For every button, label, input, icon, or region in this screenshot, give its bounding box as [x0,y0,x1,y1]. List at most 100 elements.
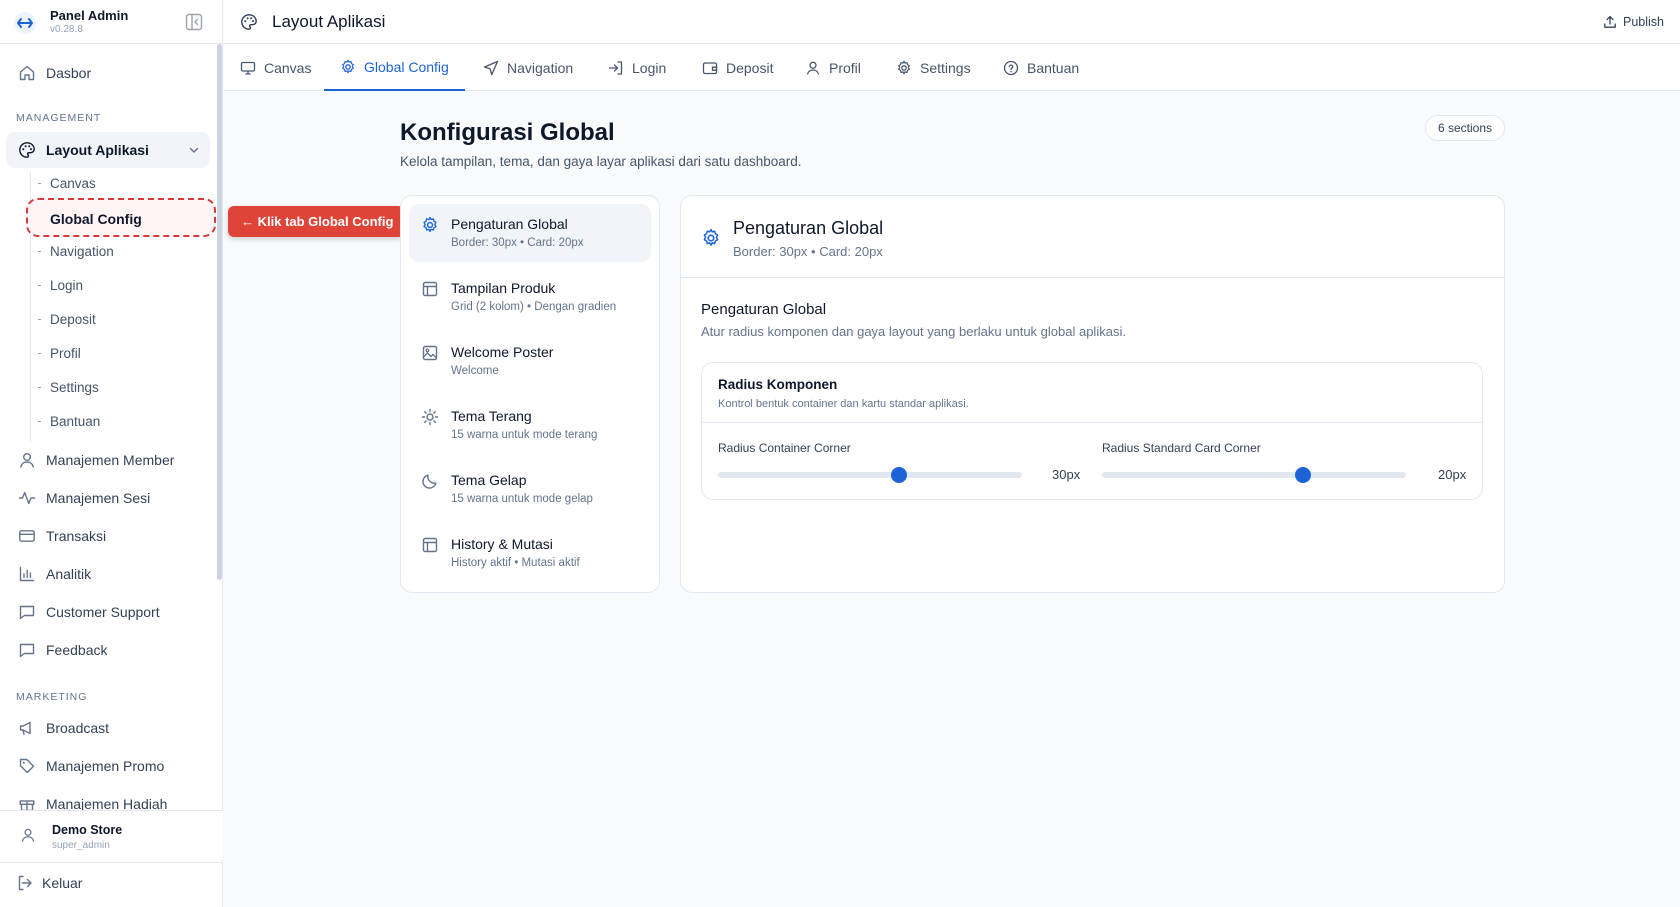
sidebar-collapse-icon[interactable] [184,12,204,32]
chevron-down-icon [188,144,200,156]
container-radius-label: Radius Container Corner [718,441,851,455]
section-item-welcome-poster[interactable]: Welcome Poster Welcome [409,332,651,390]
card-radius-value: 20px [1438,467,1467,482]
sidebar-item-label: Analitik [46,566,92,582]
section-item-subtitle: 15 warna untuk mode terang [451,429,598,441]
detail-section-title: Pengaturan Global [701,301,827,318]
detail-subtitle: Border: 30px • Card: 20px [733,244,883,259]
home-icon [18,64,36,82]
detail-panel: Pengaturan Global Border: 30px • Card: 2… [680,195,1505,593]
user-profile[interactable]: Demo Store super_admin [0,810,223,860]
section-item-tema-terang[interactable]: Tema Terang 15 warna untuk mode terang [409,396,651,454]
section-item-history-mutasi[interactable]: History & Mutasi History aktif • Mutasi … [409,524,651,582]
tab-bar: Canvas Global Config Navigation Login De… [224,44,1680,91]
sidebar-item-label: Manajemen Sesi [46,490,151,506]
credit-card-icon [18,527,36,545]
radius-card-subtitle: Kontrol bentuk container dan kartu stand… [718,398,969,410]
sidebar-item-transaksi[interactable]: Transaksi [6,518,210,554]
navigation-icon [483,60,499,76]
tab-bantuan[interactable]: Bantuan [987,44,1095,91]
layout-icon [421,536,439,554]
brand-version: v0.28.8 [50,24,83,35]
tab-deposit[interactable]: Deposit [686,44,789,91]
sidebar-item-broadcast[interactable]: Broadcast [6,710,210,746]
section-item-title: Welcome Poster [451,344,554,360]
card-radius-slider[interactable] [1102,467,1406,483]
slider-thumb[interactable] [1294,467,1311,483]
section-item-tema-gelap[interactable]: Tema Gelap 15 warna untuk mode gelap [409,460,651,518]
user-icon [805,60,821,76]
log-out-icon [16,874,34,892]
section-label-management: MANAGEMENT [16,112,102,124]
sidebar-item-manajemen-sesi[interactable]: Manajemen Sesi [6,480,210,516]
tag-icon [18,757,36,775]
brand-logo-icon [14,12,36,34]
tab-profil[interactable]: Profil [789,44,877,91]
user-icon [18,451,36,469]
section-item-title: Pengaturan Global [451,216,568,232]
log-in-icon [608,60,624,76]
image-icon [421,344,439,362]
section-item-title: Tema Gelap [451,472,527,488]
sidebar-item-label: Dasbor [46,65,92,81]
sidebar-item-label: Manajemen Member [46,452,175,468]
sidebar-item-layout-aplikasi[interactable]: Layout Aplikasi [6,132,210,168]
section-item-subtitle: Grid (2 kolom) • Dengan gradien [451,301,617,313]
activity-icon [18,489,36,507]
logout-button[interactable]: Keluar [0,862,223,902]
publish-button[interactable]: Publish [1603,12,1664,32]
slider-track [1102,472,1406,478]
section-item-title: Tema Terang [451,408,532,424]
user-avatar-icon [20,827,36,843]
section-item-tampilan-produk[interactable]: Tampilan Produk Grid (2 kolom) • Dengan … [409,268,651,326]
sidebar-item-label: Customer Support [46,604,160,620]
wallet-icon [702,60,718,76]
help-circle-icon [1003,60,1019,76]
tab-canvas[interactable]: Canvas [224,44,327,91]
tab-navigation[interactable]: Navigation [467,44,589,91]
sidebar-item-manajemen-promo[interactable]: Manajemen Promo [6,748,210,784]
section-label-marketing: MARKETING [16,691,88,703]
sidebar-scrollbar[interactable] [217,44,222,580]
tab-global-config[interactable]: Global Config [324,44,465,91]
gear-icon [340,59,356,75]
section-item-subtitle: Welcome [451,365,499,377]
gift-icon [18,795,36,810]
sidebar-item-customer-support[interactable]: Customer Support [6,594,210,630]
user-role: super_admin [52,840,110,851]
sidebar-item-manajemen-member[interactable]: Manajemen Member [6,442,210,478]
sections-count-badge: 6 sections [1425,115,1505,141]
sidebar-item-manajemen-hadiah[interactable]: Manajemen Hadiah [6,786,210,810]
sidebar-item-label: Broadcast [46,720,110,736]
detail-header: Pengaturan Global Border: 30px • Card: 2… [681,196,1504,278]
monitor-icon [240,60,256,76]
radius-card-title: Radius Komponen [718,377,838,392]
palette-icon [18,141,36,159]
moon-icon [421,472,439,490]
sidebar-subitem-global-config[interactable]: Global Config [26,198,216,237]
section-item-subtitle: Border: 30px • Card: 20px [451,237,584,249]
radius-card: Radius Komponen Kontrol bentuk container… [701,362,1483,500]
message-square-icon [18,603,36,621]
slider-thumb[interactable] [890,467,907,483]
sidebar-item-analitik[interactable]: Analitik [6,556,210,592]
tab-login[interactable]: Login [592,44,682,91]
sidebar-nav: Dasbor MANAGEMENT Layout Aplikasi Canvas… [0,44,223,810]
container-radius-slider[interactable] [718,467,1022,483]
message-square-icon [18,641,36,659]
page-header-title: Layout Aplikasi [272,12,386,31]
bar-chart-icon [18,565,36,583]
tab-settings[interactable]: Settings [880,44,987,91]
section-item-subtitle: 15 warna untuk mode gelap [451,493,593,505]
sidebar-item-dasbor[interactable]: Dasbor [6,55,210,91]
sidebar-item-label: Layout Aplikasi [46,142,149,158]
brand-name: Panel Admin [50,8,129,23]
section-item-pengaturan-global[interactable]: Pengaturan Global Border: 30px • Card: 2… [409,204,651,262]
sidebar-item-label: Manajemen Promo [46,758,165,774]
sidebar-item-label: Transaksi [46,528,107,544]
gear-icon [896,60,912,76]
section-item-title: Tampilan Produk [451,280,556,296]
section-item-title: History & Mutasi [451,536,553,552]
sidebar-item-feedback[interactable]: Feedback [6,632,210,668]
detail-title: Pengaturan Global [733,218,884,238]
